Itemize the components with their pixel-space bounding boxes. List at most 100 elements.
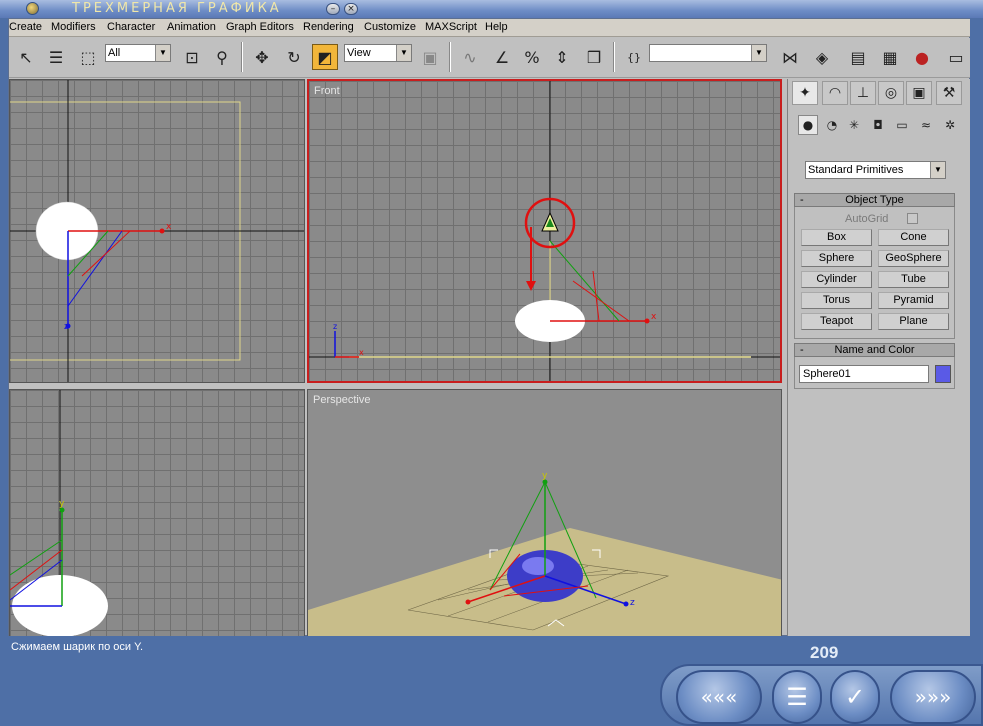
tube-button[interactable]: Tube: [878, 271, 949, 288]
y-axis-label: y: [59, 499, 65, 509]
left-viewport[interactable]: y: [9, 389, 305, 637]
menu-character[interactable]: Character: [107, 21, 155, 33]
y-axis-label: y: [542, 471, 548, 481]
motion-tab-icon[interactable]: ◎: [878, 81, 904, 105]
object-type-rollout-header[interactable]: - Object Type: [794, 193, 955, 207]
page-number: 209: [810, 643, 839, 662]
cameras-icon[interactable]: ◘: [868, 115, 888, 135]
toolbar-separator: [241, 42, 243, 72]
object-name-field[interactable]: Sphere01: [799, 365, 929, 383]
render-scene-icon[interactable]: ▭: [943, 44, 969, 70]
angle-snap-icon[interactable]: ∠: [489, 44, 515, 70]
material-editor-icon[interactable]: ●: [909, 44, 935, 70]
selection-filter-value: All: [108, 47, 121, 59]
application-window: ТРЕХМЕРНАЯ ГРАФИКА – × Create Modifiers …: [0, 0, 983, 726]
geometry-icon[interactable]: ●: [798, 115, 818, 135]
select-link-icon[interactable]: ⚲: [209, 44, 235, 70]
hierarchy-tab-icon[interactable]: ⊥: [850, 81, 876, 105]
x-axis-label: x: [651, 312, 657, 322]
close-button[interactable]: ×: [344, 3, 358, 15]
lights-icon[interactable]: ✳: [844, 115, 864, 135]
schematic-view-icon[interactable]: ▦: [877, 44, 903, 70]
category-dropdown[interactable]: Standard Primitives ▼: [805, 161, 946, 179]
menu-bar: Create Modifiers Character Animation Gra…: [9, 19, 971, 37]
object-type-rollout: AutoGrid Box Cone Sphere GeoSphere Cylin…: [794, 207, 955, 339]
window-crossing-icon[interactable]: ⊡: [179, 44, 205, 70]
autogrid-checkbox[interactable]: [907, 213, 918, 224]
plane-button[interactable]: Plane: [878, 313, 949, 330]
next-button[interactable]: »»»: [890, 670, 976, 724]
left-viewport-scene: y: [10, 390, 108, 636]
geosphere-button[interactable]: GeoSphere: [878, 250, 949, 267]
pyramid-button[interactable]: Pyramid: [878, 292, 949, 309]
space-warps-icon[interactable]: ≈: [916, 115, 936, 135]
scale-icon[interactable]: ◩: [312, 44, 338, 70]
menu-button[interactable]: ☰: [772, 670, 822, 724]
rotate-icon[interactable]: ↻: [281, 44, 307, 70]
spinner-snap-icon[interactable]: ⇕: [549, 44, 575, 70]
torus-button[interactable]: Torus: [801, 292, 872, 309]
next-icon: »»»: [914, 685, 952, 709]
cylinder-button[interactable]: Cylinder: [801, 271, 872, 288]
sphere-button[interactable]: Sphere: [801, 250, 872, 267]
minimize-button[interactable]: –: [326, 3, 340, 15]
track-view-icon[interactable]: ▤: [845, 44, 871, 70]
top-viewport[interactable]: x z: [9, 79, 305, 383]
teapot-button[interactable]: Teapot: [801, 313, 872, 330]
command-panel: ✦ ◠ ⊥ ◎ ▣ ⚒ ● ◔ ✳ ◘ ▭ ≈ ✲ Standard Primi…: [787, 79, 971, 637]
region-select-icon[interactable]: ⬚: [75, 44, 101, 70]
mirror-icon[interactable]: ⋈: [777, 44, 803, 70]
name-color-rollout-header[interactable]: - Name and Color: [794, 343, 955, 357]
check-button[interactable]: ✓: [830, 670, 880, 724]
menu-rendering[interactable]: Rendering: [303, 21, 354, 33]
max-frame: Create Modifiers Character Animation Gra…: [8, 18, 971, 637]
menu-create[interactable]: Create: [9, 21, 42, 33]
menu-customize[interactable]: Customize: [364, 21, 416, 33]
menu-maxscript[interactable]: MAXScript: [425, 21, 477, 33]
x-axis-label: x: [166, 222, 172, 232]
object-color-swatch[interactable]: [935, 365, 951, 383]
chevron-down-icon: ▼: [930, 162, 945, 178]
toolbar-separator: [613, 42, 615, 72]
pivot-center-icon[interactable]: ▣: [417, 44, 443, 70]
abc-icon[interactable]: {}: [621, 44, 647, 70]
z-axis-label: z: [333, 322, 337, 331]
select-object-icon[interactable]: ↖: [13, 44, 39, 70]
create-tab-icon[interactable]: ✦: [792, 81, 818, 105]
align-icon[interactable]: ◈: [809, 44, 835, 70]
reference-coord-dropdown[interactable]: View ▼: [344, 44, 412, 62]
move-icon[interactable]: ✥: [249, 44, 275, 70]
display-tab-icon[interactable]: ▣: [906, 81, 932, 105]
box-button[interactable]: Box: [801, 229, 872, 246]
toolbar-separator: [449, 42, 451, 72]
front-viewport[interactable]: Front x z x: [307, 79, 782, 383]
menu-help[interactable]: Help: [485, 21, 508, 33]
perspective-viewport[interactable]: Perspective y z: [307, 389, 782, 637]
collapse-icon: -: [800, 194, 804, 206]
chevron-down-icon: ▼: [155, 45, 170, 61]
edit-named-selections-icon[interactable]: ❒: [581, 44, 607, 70]
previous-icon: «««: [700, 685, 738, 709]
navigation-bar: ««« ☰ ✓ »»»: [660, 664, 983, 726]
modify-tab-icon[interactable]: ◠: [822, 81, 848, 105]
object-type-title: Object Type: [845, 194, 904, 206]
cone-button[interactable]: Cone: [878, 229, 949, 246]
shapes-icon[interactable]: ◔: [822, 115, 842, 135]
named-selection-dropdown[interactable]: ▼: [649, 44, 767, 62]
menu-modifiers[interactable]: Modifiers: [51, 21, 96, 33]
select-by-name-icon[interactable]: ☰: [43, 44, 69, 70]
menu-animation[interactable]: Animation: [167, 21, 216, 33]
name-color-rollout: Sphere01: [794, 357, 955, 389]
percent-snap-icon[interactable]: %: [519, 44, 545, 70]
snap-toggle-icon[interactable]: ∿: [457, 44, 483, 70]
utilities-tab-icon[interactable]: ⚒: [936, 81, 962, 105]
systems-icon[interactable]: ✲: [940, 115, 960, 135]
window-edge: [970, 18, 983, 636]
selection-filter-dropdown[interactable]: All ▼: [105, 44, 171, 62]
category-value: Standard Primitives: [808, 164, 904, 176]
helpers-icon[interactable]: ▭: [892, 115, 912, 135]
main-toolbar: ↖ ☰ ⬚ All ▼ ⊡ ⚲ ✥ ↻ ◩ View ▼ ▣ ∿ ∠ % ⇕ ❒ {…: [9, 38, 971, 78]
menu-graph-editors[interactable]: Graph Editors: [226, 21, 294, 33]
previous-button[interactable]: «««: [676, 670, 762, 724]
perspective-viewport-scene: y z: [308, 471, 781, 636]
